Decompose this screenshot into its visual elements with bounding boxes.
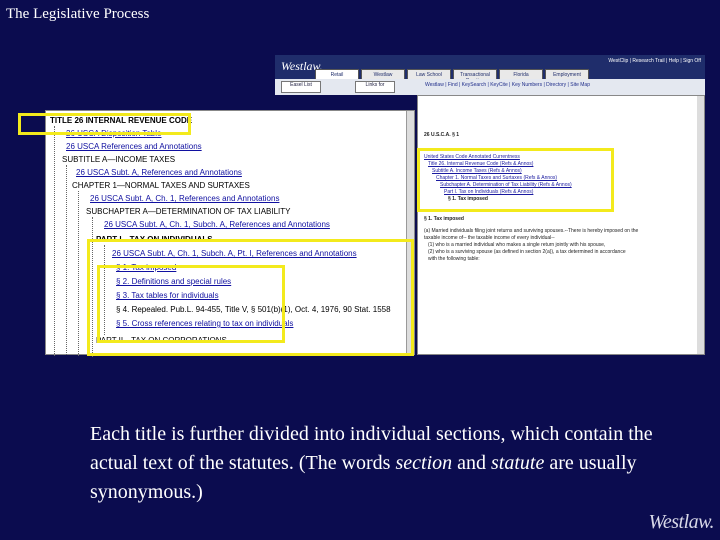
- doc-body-line: (1) who is a married individual who make…: [428, 242, 606, 248]
- toc-link[interactable]: 26 USCA Subt. A, Ch. 1, References and A…: [90, 194, 279, 203]
- easel-list-button[interactable]: Easel List: [281, 81, 321, 93]
- caption-text: and: [452, 452, 492, 474]
- utility-links[interactable]: WestClip | Research Trail | Help | Sign …: [608, 58, 701, 64]
- toc-item: CHAPTER 1—NORMAL TAXES AND SURTAXES: [72, 181, 250, 190]
- doc-cite: 26 U.S.C.A. § 1: [424, 132, 460, 138]
- toc-link[interactable]: 26 USCA Subt. A, Ch. 1, Subch. A, Refere…: [104, 220, 330, 229]
- doc-body-line: (a) Married individuals filing joint ret…: [424, 228, 639, 234]
- highlight-sections: [97, 265, 285, 343]
- toc-link[interactable]: 26 USCA Subt. A, References and Annotati…: [76, 168, 242, 177]
- doc-body-line: (2) who is a surviving spouse (as define…: [428, 249, 626, 255]
- tree-line: [66, 165, 67, 355]
- toolbar-links[interactable]: Westlaw | Find | KeySearch | KeyCite | K…: [425, 82, 590, 88]
- toc-link[interactable]: 26 USCA References and Annotations: [66, 142, 202, 151]
- toc-item: 26 USCA Subt. A, Ch. 1, Subch. A, Refere…: [104, 220, 330, 229]
- links-for-button[interactable]: Links for: [355, 81, 395, 93]
- toc-item: SUBTITLE A—INCOME TAXES: [62, 155, 175, 164]
- slide-title: The Legislative Process: [6, 6, 150, 22]
- caption-emphasis: statute: [491, 452, 545, 474]
- toc-item: 26 USCA References and Annotations: [66, 142, 202, 151]
- toc-item: SUBCHAPTER A—DETERMINATION OF TAX LIABIL…: [86, 207, 290, 216]
- doc-body-line: with the following table:: [428, 256, 480, 262]
- westlaw-brand-logo: Westlaw.: [648, 511, 715, 533]
- document-scrollbar[interactable]: [697, 96, 704, 354]
- tree-line: [54, 126, 55, 356]
- westlaw-toolbar: Easel List Links for Westlaw | Find | Ke…: [275, 79, 705, 95]
- toc-heading[interactable]: SUBCHAPTER A—DETERMINATION OF TAX LIABIL…: [86, 207, 290, 216]
- doc-body-line: taxable income of-- the taxable income o…: [424, 235, 555, 241]
- highlight-doc-path: [417, 148, 614, 212]
- toc-item: 26 USCA Subt. A, Ch. 1, References and A…: [90, 194, 279, 203]
- westlaw-screenshot: Westlaw. Retail Westlaw Law School Trans…: [18, 55, 705, 357]
- toc-heading[interactable]: SUBTITLE A—INCOME TAXES: [62, 155, 175, 164]
- document-pane: 26 U.S.C.A. § 1 United States Code Annot…: [417, 95, 705, 355]
- toc-item: 26 USCA Subt. A, References and Annotati…: [76, 168, 242, 177]
- toc-heading[interactable]: CHAPTER 1—NORMAL TAXES AND SURTAXES: [72, 181, 250, 190]
- caption-emphasis: section: [395, 452, 453, 474]
- tree-line: [78, 191, 79, 356]
- slide-caption: Each title is further divided into indiv…: [90, 420, 690, 507]
- doc-section-heading: § 1. Tax imposed: [424, 216, 464, 222]
- highlight-title: [18, 113, 191, 135]
